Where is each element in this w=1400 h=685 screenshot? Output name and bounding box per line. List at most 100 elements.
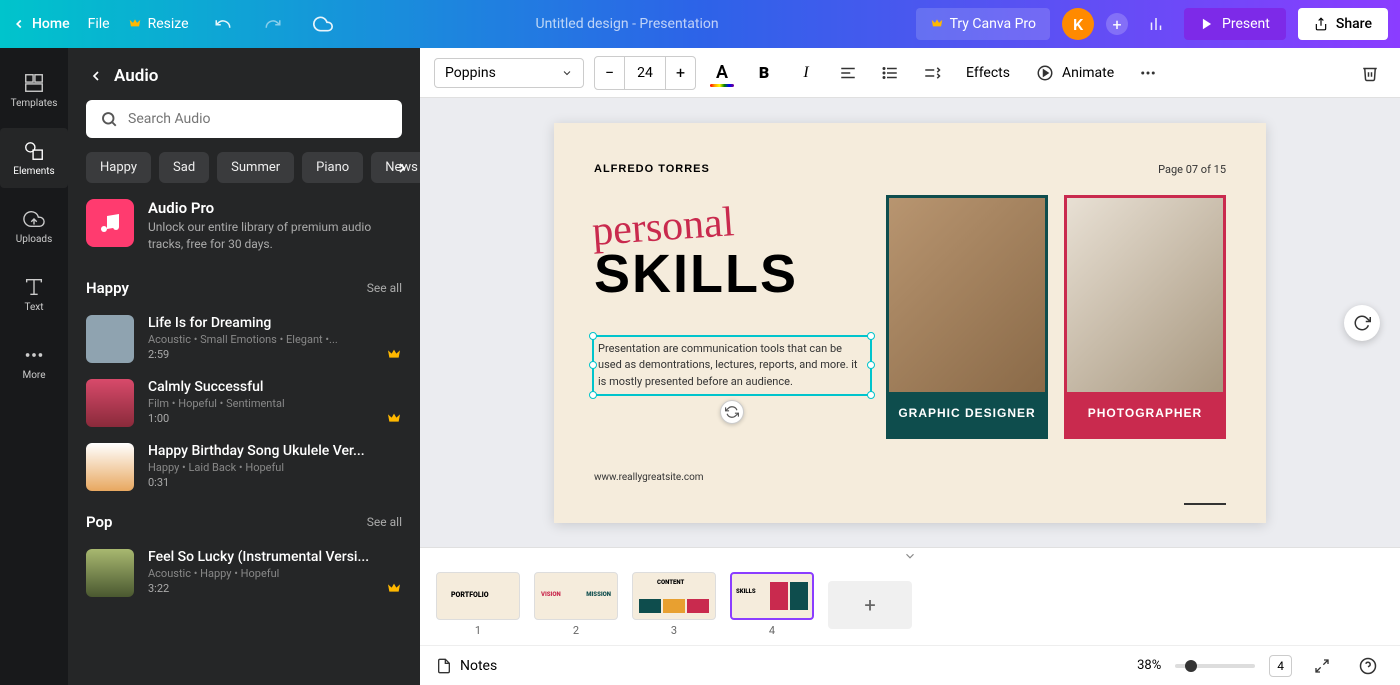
sidebar-header: Audio bbox=[68, 48, 420, 100]
fullscreen-button[interactable] bbox=[1306, 650, 1338, 682]
slide-author[interactable]: ALFREDO TORRES bbox=[594, 163, 1226, 175]
rail-label: Elements bbox=[13, 166, 54, 177]
crown-icon bbox=[386, 411, 402, 427]
help-button[interactable] bbox=[1352, 650, 1384, 682]
notes-button[interactable]: Notes bbox=[436, 658, 497, 674]
decrease-size-button[interactable]: − bbox=[595, 57, 625, 89]
share-button[interactable]: Share bbox=[1298, 8, 1388, 40]
track-item[interactable]: Happy Birthday Song Ukulele Ver... Happy… bbox=[68, 435, 420, 499]
insights-button[interactable] bbox=[1140, 8, 1172, 40]
thumb-number: 4 bbox=[769, 624, 775, 637]
rail-label: Text bbox=[24, 302, 43, 313]
chip-summer[interactable]: Summer bbox=[217, 152, 294, 183]
audio-pro-promo[interactable]: Audio Pro Unlock our entire library of p… bbox=[68, 199, 420, 273]
resize-handle[interactable] bbox=[589, 361, 597, 369]
chart-icon bbox=[1147, 15, 1165, 33]
resize-handle[interactable] bbox=[867, 391, 875, 399]
spacing-icon bbox=[923, 64, 941, 82]
track-item[interactable]: Calmly Successful Film • Hopeful • Senti… bbox=[68, 371, 420, 435]
chevron-right-icon[interactable] bbox=[394, 160, 410, 176]
rail-more[interactable]: More bbox=[0, 332, 68, 392]
see-all-link[interactable]: See all bbox=[367, 281, 402, 295]
track-meta: Acoustic • Happy • Hopeful bbox=[148, 567, 402, 580]
rotate-handle[interactable] bbox=[720, 400, 744, 424]
rail-templates[interactable]: Templates bbox=[0, 60, 68, 120]
font-size-value[interactable]: 24 bbox=[625, 57, 665, 89]
chip-happy[interactable]: Happy bbox=[86, 152, 151, 183]
see-all-link[interactable]: See all bbox=[367, 515, 402, 529]
more-options-button[interactable] bbox=[1132, 57, 1164, 89]
track-item[interactable]: Feel So Lucky (Instrumental Versi... Aco… bbox=[68, 541, 420, 605]
slide-website[interactable]: www.reallygreatsite.com bbox=[594, 472, 704, 483]
resize-handle[interactable] bbox=[589, 332, 597, 340]
collapse-thumbnails-handle[interactable] bbox=[420, 548, 1400, 564]
bold-button[interactable]: B bbox=[748, 57, 780, 89]
add-slide-button[interactable]: + bbox=[828, 581, 912, 629]
chip-sad[interactable]: Sad bbox=[159, 152, 209, 183]
uploads-icon bbox=[23, 208, 45, 230]
zoom-knob[interactable] bbox=[1185, 660, 1197, 672]
rail-uploads[interactable]: Uploads bbox=[0, 196, 68, 256]
track-thumbnail bbox=[86, 315, 134, 363]
italic-button[interactable]: I bbox=[790, 57, 822, 89]
topbar: Home File Resize Untitled design - Prese… bbox=[0, 0, 1400, 48]
effects-button[interactable]: Effects bbox=[958, 59, 1018, 87]
selected-text-box[interactable]: Presentation are communication tools tha… bbox=[592, 335, 872, 397]
spacing-button[interactable] bbox=[916, 57, 948, 89]
slide-card-photographer[interactable]: PHOTOGRAPHER bbox=[1064, 195, 1226, 439]
card-label: GRAPHIC DESIGNER bbox=[889, 392, 1045, 420]
fullscreen-icon bbox=[1314, 658, 1330, 674]
thumb-number: 1 bbox=[475, 624, 481, 637]
file-menu[interactable]: File bbox=[88, 16, 110, 32]
thumb-number: 3 bbox=[671, 624, 677, 637]
resize-button[interactable]: Resize bbox=[128, 16, 189, 32]
chevron-left-icon[interactable] bbox=[88, 68, 104, 84]
slide-thumbnail[interactable]: CONTENT bbox=[632, 572, 716, 620]
section-title: Pop bbox=[86, 513, 112, 531]
present-button[interactable]: Present bbox=[1184, 8, 1286, 40]
more-icon bbox=[23, 344, 45, 366]
increase-size-button[interactable]: + bbox=[665, 57, 695, 89]
slide-title[interactable]: SKILLS bbox=[594, 243, 798, 305]
slide-thumbnail[interactable]: VISIONMISSION bbox=[534, 572, 618, 620]
resize-handle[interactable] bbox=[589, 391, 597, 399]
track-thumbnail bbox=[86, 379, 134, 427]
animate-button[interactable]: Animate bbox=[1028, 58, 1122, 88]
chip-piano[interactable]: Piano bbox=[302, 152, 363, 183]
slide-card-designer[interactable]: GRAPHIC DESIGNER bbox=[886, 195, 1048, 439]
sidebar-title: Audio bbox=[114, 66, 158, 86]
page-counter[interactable]: Page 07 of 15 bbox=[1158, 163, 1226, 176]
redo-button[interactable] bbox=[257, 8, 289, 40]
slide-thumbnail-active[interactable]: SKILLS bbox=[730, 572, 814, 620]
crown-icon bbox=[386, 581, 402, 597]
undo-button[interactable] bbox=[207, 8, 239, 40]
card-image bbox=[1067, 198, 1223, 392]
try-pro-button[interactable]: Try Canva Pro bbox=[916, 8, 1050, 40]
document-title[interactable]: Untitled design - Presentation bbox=[339, 16, 916, 32]
home-button[interactable]: Home bbox=[12, 16, 70, 32]
search-box[interactable] bbox=[86, 100, 402, 138]
font-select[interactable]: Poppins bbox=[434, 58, 584, 88]
list-icon bbox=[881, 64, 899, 82]
templates-icon bbox=[23, 72, 45, 94]
rail-elements[interactable]: Elements bbox=[0, 128, 68, 188]
rotate-icon bbox=[725, 405, 739, 419]
slide-thumbnail[interactable]: PORTFOLIO bbox=[436, 572, 520, 620]
add-collaborator-button[interactable]: + bbox=[1106, 13, 1128, 35]
zoom-slider[interactable] bbox=[1175, 664, 1255, 668]
track-item[interactable]: Life Is for Dreaming Acoustic • Small Em… bbox=[68, 307, 420, 371]
rail-text[interactable]: Text bbox=[0, 264, 68, 324]
resize-handle[interactable] bbox=[867, 332, 875, 340]
search-input[interactable] bbox=[128, 111, 388, 127]
list-button[interactable] bbox=[874, 57, 906, 89]
user-avatar[interactable]: K bbox=[1062, 8, 1094, 40]
slide-canvas[interactable]: ALFREDO TORRES Page 07 of 15 personal SK… bbox=[554, 123, 1266, 523]
page-indicator[interactable]: 4 bbox=[1269, 655, 1292, 677]
delete-button[interactable] bbox=[1354, 57, 1386, 89]
resize-handle[interactable] bbox=[867, 361, 875, 369]
refresh-fab[interactable] bbox=[1344, 305, 1380, 341]
slide-viewport[interactable]: ALFREDO TORRES Page 07 of 15 personal SK… bbox=[420, 98, 1400, 547]
cloud-sync-button[interactable] bbox=[307, 8, 339, 40]
text-color-button[interactable]: A bbox=[706, 57, 738, 89]
align-button[interactable] bbox=[832, 57, 864, 89]
